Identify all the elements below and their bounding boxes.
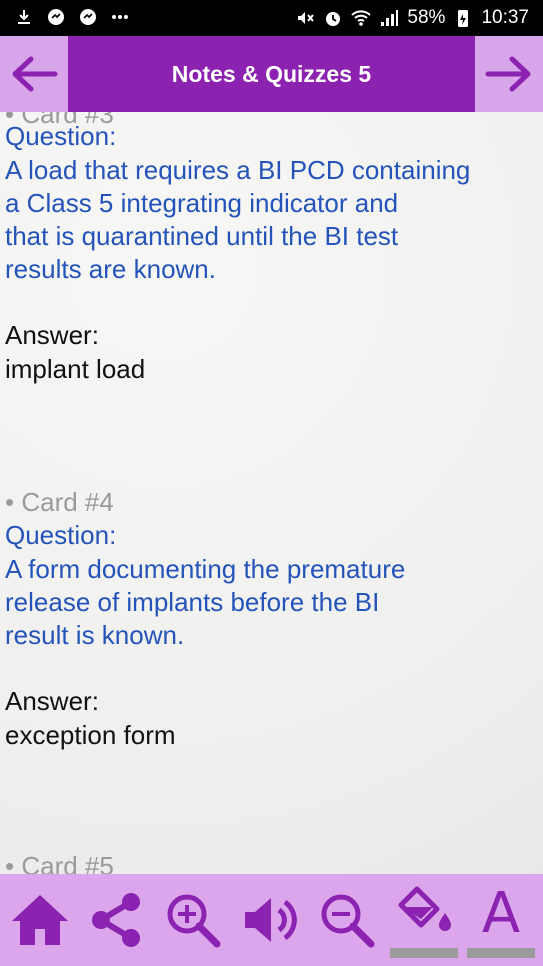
download-icon bbox=[18, 10, 30, 24]
question-label: Question: bbox=[5, 121, 117, 151]
font-swatch bbox=[467, 948, 535, 958]
share-icon bbox=[92, 893, 140, 947]
title-bar: Notes & Quizzes 5 bbox=[0, 36, 543, 112]
battery-icon bbox=[458, 10, 469, 27]
zoom-in-button[interactable] bbox=[155, 874, 231, 966]
page-title: Notes & Quizzes 5 bbox=[171, 60, 372, 87]
question-text: a Class 5 integrating indicator and bbox=[5, 188, 399, 218]
mute-icon bbox=[298, 12, 315, 24]
font-icon: A bbox=[481, 880, 521, 946]
clock: 10:37 bbox=[481, 7, 529, 28]
question-text: A load that requires a BI PCD containing bbox=[5, 155, 471, 185]
zoom-out-button[interactable] bbox=[309, 874, 385, 966]
forward-button[interactable] bbox=[475, 36, 543, 112]
card-label: • Card #5 bbox=[5, 851, 114, 874]
question-text: results are known. bbox=[5, 254, 216, 284]
notification-icons bbox=[14, 7, 130, 27]
home-icon bbox=[12, 895, 68, 945]
alarm-icon bbox=[326, 12, 341, 26]
question-text: result is known. bbox=[5, 620, 185, 650]
volume-icon bbox=[245, 898, 297, 942]
paint-bucket-icon bbox=[398, 886, 451, 931]
answer-label: Answer: bbox=[5, 320, 99, 350]
signal-icon bbox=[381, 10, 399, 26]
back-button[interactable] bbox=[0, 36, 68, 112]
question-text: that is quarantined until the BI test bbox=[5, 221, 399, 251]
more-notifications-icon bbox=[112, 15, 128, 19]
messenger-icon bbox=[48, 9, 64, 25]
question-text: A form documenting the premature bbox=[5, 554, 406, 584]
arrow-right-icon bbox=[485, 56, 531, 92]
wifi-icon bbox=[351, 10, 372, 26]
zoom-in-icon bbox=[167, 894, 221, 948]
arrow-left-icon bbox=[12, 56, 58, 92]
background-color-button[interactable] bbox=[386, 874, 462, 966]
zoom-out-icon bbox=[321, 894, 375, 948]
status-bar: 58% 10:37 bbox=[0, 0, 543, 36]
card-label: • Card #4 bbox=[5, 487, 114, 517]
bottom-toolbar: A bbox=[0, 874, 543, 966]
system-icons: 58% 10:37 bbox=[295, 7, 529, 29]
battery-percent: 58% bbox=[407, 7, 446, 28]
messenger-icon-2 bbox=[80, 9, 96, 25]
question-label: Question: bbox=[5, 520, 117, 550]
answer-text: implant load bbox=[5, 354, 146, 384]
question-text: release of implants before the BI bbox=[5, 587, 380, 617]
share-button[interactable] bbox=[79, 874, 155, 966]
notes-content[interactable]: • Card #3 Question: A load that requires… bbox=[0, 112, 543, 874]
answer-label: Answer: bbox=[5, 686, 99, 716]
font-button[interactable]: A bbox=[463, 874, 539, 966]
read-aloud-button[interactable] bbox=[232, 874, 308, 966]
answer-text: exception form bbox=[5, 720, 176, 750]
home-button[interactable] bbox=[2, 874, 78, 966]
color-swatch bbox=[390, 948, 458, 958]
